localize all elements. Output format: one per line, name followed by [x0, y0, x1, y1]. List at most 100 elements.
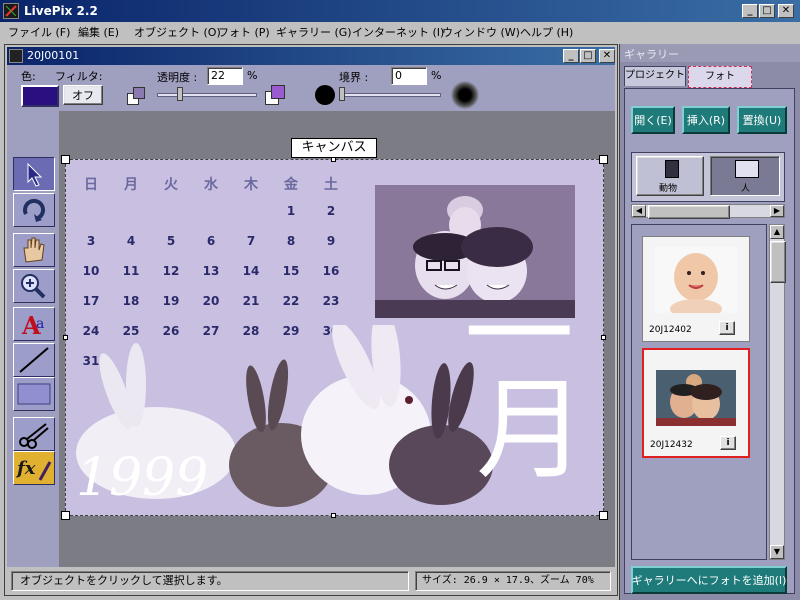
transparency-input[interactable]: 22 [207, 67, 243, 85]
canvas-label: キャンバス [291, 138, 377, 158]
gallery-thumbnail-2[interactable]: 20J12432 i [642, 348, 750, 458]
calendar-day: 4 [126, 234, 136, 248]
thumbnail-2-info-icon[interactable]: i [720, 436, 736, 450]
gallery-open-button[interactable]: 開く(E) [631, 106, 675, 134]
app-icon [3, 3, 19, 19]
tool-select[interactable] [13, 157, 55, 191]
gallery-category-scrollbar[interactable]: ◀ ▶ [631, 204, 785, 219]
menu-window[interactable]: ウィンドウ (W) [442, 24, 520, 42]
calendar-day: 17 [82, 294, 100, 308]
color-swatch[interactable] [21, 85, 59, 107]
maximize-button[interactable]: □ [759, 4, 775, 18]
menu-edit[interactable]: 編集 (E) [78, 24, 119, 42]
calendar-day: 12 [162, 264, 180, 278]
gallery-category-people[interactable]: 人 [710, 156, 780, 196]
properties-toolbar: 色: フィルタ: オフ 透明度 : 22 % 境界 : 0 % [7, 65, 615, 111]
scroll-down-button[interactable]: ▼ [770, 545, 784, 559]
selection-handle-left[interactable] [63, 335, 68, 340]
scroll-up-button[interactable]: ▲ [770, 225, 784, 239]
calendar-day: 5 [166, 234, 176, 248]
thumbnail-2-label: 20J12432 [650, 440, 693, 450]
transparency-slider-thumb[interactable] [177, 87, 183, 101]
selection-handle-top[interactable] [331, 157, 336, 162]
border-slider-thumb[interactable] [339, 87, 345, 101]
status-size-box: サイズ: 26.9 × 17.9、ズーム 70% [415, 571, 611, 591]
menu-file[interactable]: ファイル (F) [8, 24, 70, 42]
menu-bar: ファイル (F) 編集 (E) オブジェクト (O) フォト (P) ギャラリー… [0, 22, 800, 42]
app-titlebar: LivePix 2.2 _ □ ✕ [0, 0, 800, 22]
gallery-tab-project-label: プロジェクト [625, 70, 685, 81]
baby-photo [655, 247, 737, 313]
tool-effects-fx[interactable]: fx [13, 451, 55, 485]
border-slider[interactable] [341, 93, 441, 97]
tool-text[interactable]: Aa [13, 307, 55, 341]
selection-handle-right[interactable] [601, 335, 606, 340]
calendar-day: 3 [86, 234, 96, 248]
gallery-category-animals[interactable]: 動物 [636, 156, 704, 196]
document-maximize-button[interactable]: □ [580, 49, 596, 63]
month-text-2[interactable]: 月 [476, 375, 586, 485]
selection-handle-br[interactable] [599, 511, 608, 520]
menu-help[interactable]: ヘルプ (H) [520, 24, 573, 42]
tool-pan-hand[interactable] [13, 233, 55, 267]
calendar-day: 13 [202, 264, 220, 278]
calendar-day: 6 [206, 234, 216, 248]
selection-handle-tl[interactable] [61, 155, 70, 164]
minimize-button[interactable]: _ [742, 4, 758, 18]
gallery-tab-photo[interactable]: フォト [688, 66, 752, 88]
calendar-day: 21 [242, 294, 260, 308]
canvas[interactable]: 日月火水木金土 1 2 3 4 5 6 7 8 9 10 11 12 13 14 15 16 17 18 19 20 21… [65, 159, 604, 516]
close-button[interactable]: ✕ [778, 4, 794, 18]
document-titlebar: 20J00101 _ □ ✕ [7, 47, 615, 65]
color-label: 色: [21, 70, 36, 83]
gallery-replace-button[interactable]: 置換(U) [737, 106, 787, 134]
tool-cutout-scissors[interactable] [13, 417, 55, 451]
thumbnail-1-info-icon[interactable]: i [719, 321, 735, 335]
calendar-weekday: 金 [284, 177, 298, 193]
selection-handle-bottom[interactable] [331, 513, 336, 518]
tool-rectangle[interactable] [13, 377, 55, 411]
scroll-right-button[interactable]: ▶ [770, 205, 784, 217]
gallery-vertical-scrollbar[interactable]: ▲ ▼ [769, 224, 786, 560]
calendar-weekday: 日 [84, 177, 98, 193]
calendar-day: 2 [326, 204, 336, 218]
scroll-thumb-horizontal[interactable] [648, 205, 730, 219]
scroll-left-button[interactable]: ◀ [632, 205, 646, 217]
year-text[interactable]: 1999 [76, 448, 208, 508]
menu-object[interactable]: オブジェクト (O) [134, 24, 221, 42]
tool-line[interactable] [13, 343, 55, 377]
menu-internet[interactable]: インターネット (I) [352, 24, 444, 42]
calendar-day: 10 [82, 264, 100, 278]
menu-gallery[interactable]: ギャラリー (G) [276, 24, 352, 42]
gallery-add-photo-button[interactable]: ギャラリーへにフォトを追加(I) [631, 566, 787, 594]
svg-text:fx: fx [15, 458, 36, 479]
calendar-day: 8 [286, 234, 296, 248]
calendar-weekday: 水 [204, 177, 218, 193]
document-close-button[interactable]: ✕ [599, 49, 615, 63]
scroll-thumb-vertical[interactable] [770, 241, 786, 283]
gallery-insert-button[interactable]: 挿入(R) [682, 106, 730, 134]
border-soft-icon [451, 81, 479, 109]
calendar-day: 14 [242, 264, 260, 278]
gallery-tab-project[interactable]: プロジェクト [624, 66, 686, 86]
gallery-add-photo-label: ギャラリーへにフォトを追加(I) [631, 574, 787, 587]
selection-handle-tr[interactable] [599, 155, 608, 164]
calendar-day: 23 [322, 294, 340, 308]
tool-zoom[interactable] [13, 269, 55, 303]
selection-handle-bl[interactable] [61, 511, 70, 520]
calendar-day: 19 [162, 294, 180, 308]
gallery-thumbnail-1[interactable]: 20J12402 i [642, 236, 750, 342]
tool-rotate[interactable] [13, 193, 55, 227]
book-icon [665, 160, 679, 178]
calendar-weekday: 木 [244, 177, 258, 193]
calendar-day: 22 [282, 294, 300, 308]
border-value: 0 [395, 69, 402, 82]
calendar-day: 20 [202, 294, 220, 308]
gallery-tab-photo-label: フォト [705, 71, 735, 82]
document-minimize-button[interactable]: _ [563, 49, 579, 63]
transparency-slider[interactable] [157, 93, 257, 97]
menu-photo[interactable]: フォト (P) [218, 24, 270, 42]
status-bar: オブジェクトをクリックして選択します。 サイズ: 26.9 × 17.9、ズーム… [7, 567, 615, 595]
filter-off-button[interactable]: オフ [63, 85, 103, 105]
border-input[interactable]: 0 [391, 67, 427, 85]
